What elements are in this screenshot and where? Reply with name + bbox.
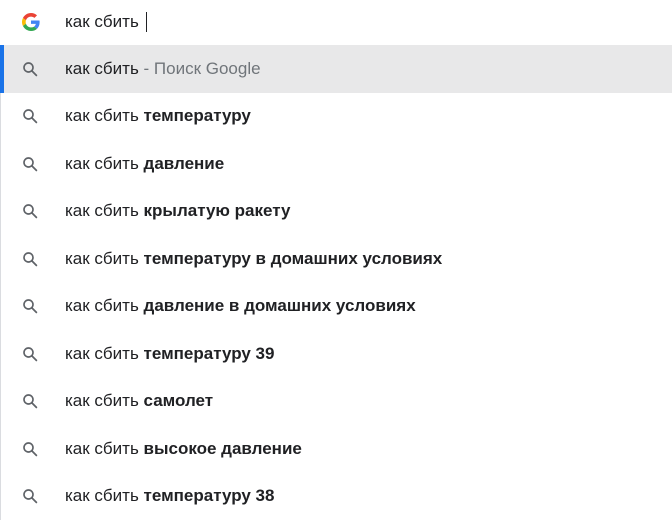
google-g-icon: [22, 13, 40, 31]
suggestion-label: как сбить высокое давление: [65, 438, 302, 458]
suggestion-item[interactable]: как сбить давление: [0, 140, 672, 188]
suggestion-completion: крылатую ракету: [143, 201, 291, 221]
suggestion-completion: температуру в домашних условиях: [143, 248, 443, 268]
suggestion-completion: высокое давление: [143, 438, 302, 458]
text-caret: [145, 12, 147, 32]
search-icon: [23, 61, 38, 77]
search-icon: [23, 251, 38, 267]
omnibox[interactable]: как сбить: [0, 0, 672, 45]
suggestion-item[interactable]: как сбить крылатую ракету: [0, 188, 672, 236]
omnibox-dropdown: как сбить как сбить - Поиск Google как с…: [0, 0, 672, 520]
suggestion-completion: самолет: [143, 391, 214, 411]
suggestion-completion: давление в домашних условиях: [143, 296, 416, 316]
omnibox-input[interactable]: как сбить: [65, 11, 147, 33]
suggestion-label: как сбить крылатую ракету: [65, 201, 291, 221]
suggestion-item[interactable]: как сбить температуру: [0, 93, 672, 141]
omnibox-query: как сбить: [65, 12, 139, 31]
suggestion-completion: температуру 38: [143, 486, 275, 506]
suggestion-item[interactable]: как сбить температуру 38: [0, 473, 672, 520]
suggestion-item-search-google[interactable]: как сбить - Поиск Google: [0, 45, 672, 93]
suggestion-label: как сбить самолет: [65, 391, 214, 411]
suggestion-item[interactable]: как сбить температуру в домашних условия…: [0, 235, 672, 283]
suggestion-label: как сбить - Поиск Google: [65, 58, 261, 78]
suggestion-list: как сбить - Поиск Google как сбить темпе…: [0, 45, 672, 520]
suggestion-label: как сбить температуру 38: [65, 486, 275, 506]
suggestion-item[interactable]: как сбить самолет: [0, 378, 672, 426]
search-icon: [23, 204, 38, 219]
search-icon: [23, 299, 38, 314]
suggestion-completion: давление: [143, 153, 225, 173]
suggestion-completion: температуру: [143, 106, 251, 126]
search-icon: [23, 346, 38, 362]
suggestion-label: как сбить температуру в домашних условия…: [65, 248, 443, 268]
suggestion-label: как сбить температуру 39: [65, 343, 275, 363]
suggestion-item[interactable]: как сбить высокое давление: [0, 425, 672, 473]
suggestion-hint: - Поиск Google: [138, 58, 261, 78]
suggestion-item[interactable]: как сбить давление в домашних условиях: [0, 283, 672, 331]
suggestion-label: как сбить давление в домашних условиях: [65, 296, 416, 316]
suggestion-completion: температуру 39: [143, 343, 275, 363]
search-icon: [23, 156, 38, 172]
search-icon: [23, 489, 38, 504]
suggestion-item[interactable]: как сбить температуру 39: [0, 330, 672, 378]
search-icon: [23, 109, 38, 124]
suggestion-label: как сбить давление: [65, 153, 225, 173]
search-icon: [23, 441, 38, 457]
suggestion-label: как сбить температуру: [65, 106, 251, 126]
search-icon: [23, 394, 38, 409]
